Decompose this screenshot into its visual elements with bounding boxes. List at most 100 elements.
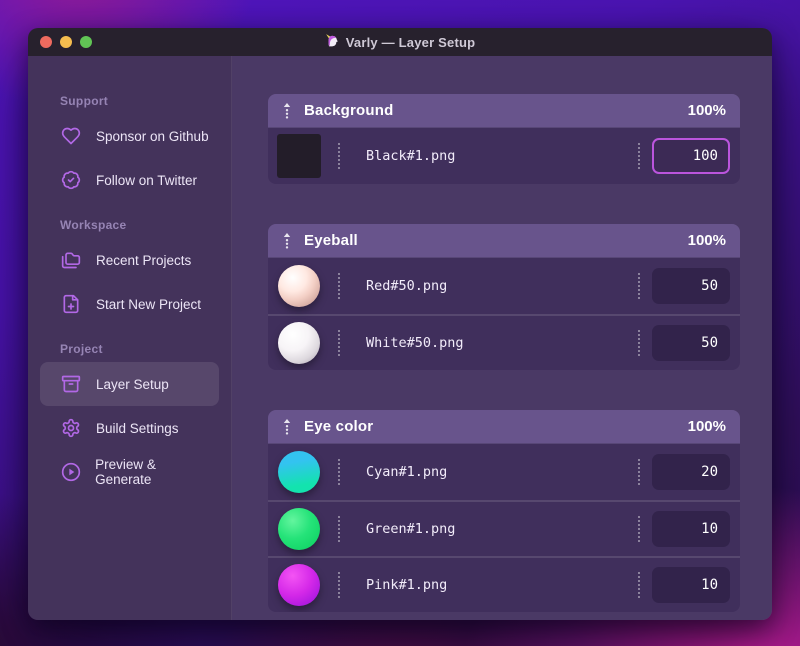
file-plus-icon bbox=[60, 293, 82, 315]
layer-thumbnail-box bbox=[276, 133, 322, 179]
window-title-text: Varly — Layer Setup bbox=[345, 34, 476, 50]
sidebar-item-recent-projects[interactable]: Recent Projects bbox=[40, 238, 219, 282]
layers-scroll[interactable]: Background 100% Black#1.png Eyeball 100%… bbox=[232, 56, 772, 620]
layer-row-red-50-png[interactable]: Red#50.png bbox=[268, 258, 740, 314]
layer-group-header: Eye color 100% bbox=[268, 410, 740, 444]
drag-handle-icon[interactable] bbox=[282, 232, 292, 250]
layer-group-header: Background 100% bbox=[268, 94, 740, 128]
layer-weight-input[interactable] bbox=[652, 567, 730, 603]
sidebar-item-label: Layer Setup bbox=[96, 376, 169, 392]
layer-file-name: Black#1.png bbox=[366, 148, 456, 164]
layer-thumbnail-box bbox=[276, 320, 322, 366]
layer-group-name: Background bbox=[304, 102, 394, 119]
row-drag-dots-icon[interactable] bbox=[338, 330, 340, 356]
layer-file-name: White#50.png bbox=[366, 335, 464, 351]
sidebar-section-label: Support bbox=[60, 94, 109, 108]
layer-group-eye-color: Eye color 100% Cyan#1.png Green#1.png Pi… bbox=[268, 410, 740, 612]
drag-handle-icon[interactable] bbox=[282, 102, 292, 120]
green-ball-thumbnail bbox=[278, 508, 320, 550]
close-button[interactable] bbox=[40, 36, 52, 48]
layer-row-white-50-png[interactable]: White#50.png bbox=[268, 314, 740, 370]
layer-row-black-1-png[interactable]: Black#1.png bbox=[268, 128, 740, 184]
layer-group-rows: Black#1.png bbox=[268, 128, 740, 184]
layer-row-cyan-1-png[interactable]: Cyan#1.png bbox=[268, 444, 740, 500]
layer-weight-input[interactable] bbox=[652, 268, 730, 304]
value-drag-dots-icon[interactable] bbox=[638, 459, 640, 485]
sidebar-section-label: Project bbox=[60, 342, 103, 356]
sidebar-section-items: Layer Setup Build Settings Preview & Gen… bbox=[40, 362, 219, 494]
value-drag-dots-icon[interactable] bbox=[638, 330, 640, 356]
layer-file-name: Cyan#1.png bbox=[366, 464, 448, 480]
layer-weight-input[interactable] bbox=[652, 325, 730, 361]
sidebar-item-label: Start New Project bbox=[96, 296, 202, 312]
layer-row-green-1-png[interactable]: Green#1.png bbox=[268, 500, 740, 556]
folders-icon bbox=[60, 249, 82, 271]
archive-icon bbox=[60, 373, 82, 395]
layer-group-rows: Red#50.png White#50.png bbox=[268, 258, 740, 370]
sidebar: Support Sponsor on Github Follow on Twit… bbox=[28, 56, 232, 620]
layer-weight-input[interactable] bbox=[652, 511, 730, 547]
gear-icon bbox=[60, 417, 82, 439]
layer-thumbnail-box bbox=[276, 449, 322, 495]
zoom-button[interactable] bbox=[80, 36, 92, 48]
value-drag-dots-icon[interactable] bbox=[638, 143, 640, 169]
layer-group-rows: Cyan#1.png Green#1.png Pink#1.png bbox=[268, 444, 740, 612]
sidebar-section: Project Layer Setup Build Settings Previ… bbox=[40, 342, 219, 494]
row-drag-dots-icon[interactable] bbox=[338, 459, 340, 485]
sidebar-item-start-new-project[interactable]: Start New Project bbox=[40, 282, 219, 326]
layer-group-name: Eye color bbox=[304, 418, 374, 435]
sidebar-item-preview-generate[interactable]: Preview & Generate bbox=[40, 450, 219, 494]
window-title: Varly — Layer Setup bbox=[325, 33, 476, 51]
layer-file-name: Pink#1.png bbox=[366, 577, 448, 593]
layer-weight-input[interactable] bbox=[652, 138, 730, 174]
sidebar-item-build-settings[interactable]: Build Settings bbox=[40, 406, 219, 450]
layer-weight-input[interactable] bbox=[652, 454, 730, 490]
sidebar-item-label: Build Settings bbox=[96, 420, 179, 436]
sidebar-section-label: Workspace bbox=[60, 218, 127, 232]
row-drag-dots-icon[interactable] bbox=[338, 516, 340, 542]
value-drag-dots-icon[interactable] bbox=[638, 572, 640, 598]
cyan-ball-thumbnail bbox=[278, 451, 320, 493]
sidebar-item-follow-on-twitter[interactable]: Follow on Twitter bbox=[40, 158, 219, 202]
layer-group-name: Eyeball bbox=[304, 232, 358, 249]
titlebar[interactable]: Varly — Layer Setup bbox=[28, 28, 772, 56]
sidebar-item-layer-setup[interactable]: Layer Setup bbox=[40, 362, 219, 406]
sidebar-item-label: Sponsor on Github bbox=[96, 128, 209, 144]
sidebar-section: Workspace Recent Projects Start New Proj… bbox=[40, 218, 219, 326]
value-drag-dots-icon[interactable] bbox=[638, 516, 640, 542]
layer-row-pink-1-png[interactable]: Pink#1.png bbox=[268, 556, 740, 612]
play-circle-icon bbox=[60, 461, 81, 483]
layer-group-weight: 100% bbox=[687, 102, 726, 119]
black-square-thumbnail bbox=[277, 134, 321, 178]
unicorn-icon bbox=[325, 33, 340, 51]
heart-icon bbox=[60, 125, 82, 147]
layer-thumbnail-box bbox=[276, 562, 322, 608]
row-drag-dots-icon[interactable] bbox=[338, 273, 340, 299]
layer-group-weight: 100% bbox=[687, 232, 726, 249]
layer-file-name: Red#50.png bbox=[366, 278, 448, 294]
row-drag-dots-icon[interactable] bbox=[338, 143, 340, 169]
minimize-button[interactable] bbox=[60, 36, 72, 48]
sidebar-section-items: Recent Projects Start New Project bbox=[40, 238, 219, 326]
value-drag-dots-icon[interactable] bbox=[638, 273, 640, 299]
white-sphere-thumbnail bbox=[278, 322, 320, 364]
row-drag-dots-icon[interactable] bbox=[338, 572, 340, 598]
layer-thumbnail-box bbox=[276, 506, 322, 552]
layer-group-header: Eyeball 100% bbox=[268, 224, 740, 258]
sidebar-item-label: Recent Projects bbox=[96, 252, 192, 268]
app-window: Varly — Layer Setup Support Sponsor on G… bbox=[28, 28, 772, 620]
sidebar-item-label: Follow on Twitter bbox=[96, 172, 198, 188]
window-controls bbox=[40, 28, 92, 56]
layer-file-name: Green#1.png bbox=[366, 521, 456, 537]
sidebar-section: Support Sponsor on Github Follow on Twit… bbox=[40, 94, 219, 202]
app-body: Support Sponsor on Github Follow on Twit… bbox=[28, 56, 772, 620]
layer-thumbnail-box bbox=[276, 263, 322, 309]
sidebar-section-items: Sponsor on Github Follow on Twitter bbox=[40, 114, 219, 202]
layer-group-background: Background 100% Black#1.png bbox=[268, 94, 740, 184]
layer-group-weight: 100% bbox=[687, 418, 726, 435]
red-sphere-thumbnail bbox=[278, 265, 320, 307]
badge-check-icon bbox=[60, 169, 82, 191]
drag-handle-icon[interactable] bbox=[282, 418, 292, 436]
layer-group-eyeball: Eyeball 100% Red#50.png White#50.png bbox=[268, 224, 740, 370]
sidebar-item-sponsor-on-github[interactable]: Sponsor on Github bbox=[40, 114, 219, 158]
